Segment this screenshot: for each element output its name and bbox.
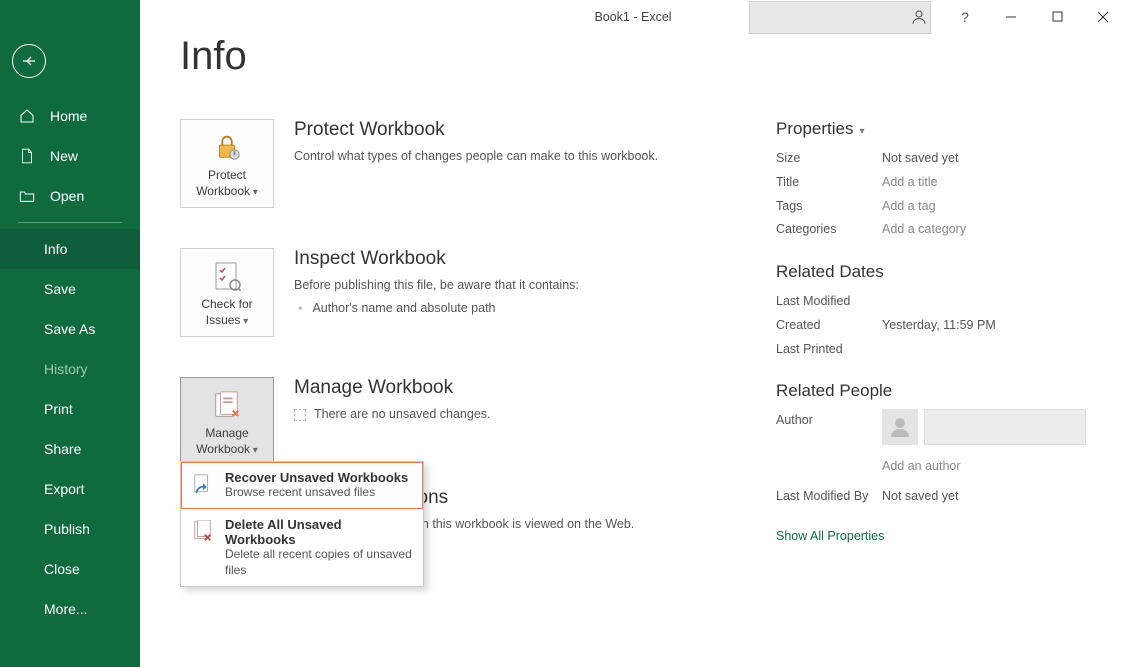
protect-line1: Protect [208, 168, 246, 182]
nav-save[interactable]: Save [0, 269, 140, 309]
delete-unsaved-item[interactable]: Delete All Unsaved Workbooks Delete all … [181, 509, 423, 586]
title-label: Title [776, 171, 882, 195]
last-modified-label: Last Modified [776, 290, 882, 314]
nav-new[interactable]: New [0, 136, 140, 176]
nav-new-label: New [50, 148, 78, 164]
manage-dropdown: Recover Unsaved Workbooks Browse recent … [180, 461, 424, 587]
nav-save-as[interactable]: Save As [0, 309, 140, 349]
nav-home-label: Home [50, 108, 87, 124]
author-avatar [882, 409, 918, 445]
inspect-line2: Issues [206, 313, 241, 327]
nav-print-label: Print [44, 401, 73, 417]
protect-heading: Protect Workbook [294, 119, 658, 141]
inspect-line1: Check for [201, 297, 252, 311]
info-left-column: Protect Workbook Protect Workbook Contro… [180, 119, 756, 573]
home-icon [18, 108, 36, 124]
section-inspect: Check for Issues Inspect Workbook Before… [180, 248, 756, 337]
nav-divider [18, 222, 122, 223]
manage-line1: Manage [205, 426, 248, 440]
nav-save-label: Save [44, 281, 76, 297]
checklist-icon [185, 259, 269, 293]
properties-heading[interactable]: Properties [776, 119, 1086, 139]
related-people-heading: Related People [776, 381, 1086, 401]
manage-icon [185, 388, 269, 422]
nav-close[interactable]: Close [0, 549, 140, 589]
size-label: Size [776, 147, 882, 171]
related-people-block: Related People Author Add an author [776, 381, 1086, 509]
protect-desc: Control what types of changes people can… [294, 147, 658, 166]
browser-desc-tail: hen this workbook is viewed on the Web. [408, 517, 634, 531]
tags-value[interactable]: Add a tag [882, 195, 936, 219]
nav-publish[interactable]: Publish [0, 509, 140, 549]
properties-heading-label: Properties [776, 119, 853, 139]
open-icon [18, 189, 36, 203]
last-printed-label: Last Printed [776, 338, 882, 362]
recover-sub: Browse recent unsaved files [225, 485, 408, 501]
categories-label: Categories [776, 218, 882, 242]
nav-more[interactable]: More... [0, 589, 140, 629]
section-manage: Manage Workbook Manage Workbook There ar… [180, 377, 756, 466]
info-right-column: Properties Size Not saved yet Title Add … [776, 119, 1086, 573]
section-protect: Protect Workbook Protect Workbook Contro… [180, 119, 756, 208]
nav-history-label: History [44, 361, 88, 377]
main-area: Info Protect Workbook Protect Workbook C… [140, 0, 1126, 667]
manage-workbook-button[interactable]: Manage Workbook [180, 377, 274, 466]
nav-export[interactable]: Export [0, 469, 140, 509]
protect-workbook-button[interactable]: Protect Workbook [180, 119, 274, 208]
nav-home[interactable]: Home [0, 96, 140, 136]
nav-history: History [0, 349, 140, 389]
author-label: Author [776, 409, 882, 433]
nav-share[interactable]: Share [0, 429, 140, 469]
backstage-sidebar: Home New Open Info Save Save As History … [0, 0, 140, 667]
section-browser-options: tions hen this workbook is viewed on the… [424, 487, 756, 534]
nav-export-label: Export [44, 481, 84, 497]
nav-open[interactable]: Open [0, 176, 140, 216]
inspect-desc: Before publishing this file, be aware th… [294, 276, 579, 295]
delete-title: Delete All Unsaved Workbooks [225, 517, 413, 547]
back-button[interactable] [12, 44, 46, 78]
nav-info[interactable]: Info [0, 229, 140, 269]
manage-line2: Workbook [196, 442, 250, 456]
created-value: Yesterday, 11:59 PM [882, 314, 996, 338]
categories-value[interactable]: Add a category [882, 218, 966, 242]
title-value[interactable]: Add a title [882, 171, 938, 195]
size-value: Not saved yet [882, 147, 958, 171]
nav-save-as-label: Save As [44, 321, 95, 337]
nav-info-label: Info [44, 241, 67, 257]
related-dates-block: Related Dates Last Modified Created Yest… [776, 262, 1086, 361]
nav-print[interactable]: Print [0, 389, 140, 429]
add-author[interactable]: Add an author [882, 455, 1086, 479]
last-modified-by-label: Last Modified By [776, 485, 882, 509]
last-modified-by-value: Not saved yet [882, 485, 958, 509]
nav-share-label: Share [44, 441, 81, 457]
created-label: Created [776, 314, 882, 338]
related-dates-heading: Related Dates [776, 262, 1086, 282]
page-title: Info [180, 34, 1086, 79]
nav-close-label: Close [44, 561, 80, 577]
inspect-heading: Inspect Workbook [294, 248, 579, 270]
nav-more-label: More... [44, 601, 88, 617]
delete-icon [191, 519, 215, 543]
nav-publish-label: Publish [44, 521, 90, 537]
recover-unsaved-item[interactable]: Recover Unsaved Workbooks Browse recent … [181, 462, 423, 509]
check-for-issues-button[interactable]: Check for Issues [180, 248, 274, 337]
chevron-down-icon [859, 119, 864, 139]
protect-line2: Workbook [196, 184, 250, 198]
recover-icon [191, 472, 215, 496]
document-icon [294, 409, 306, 421]
lock-icon [185, 130, 269, 164]
show-all-properties-link[interactable]: Show All Properties [776, 529, 1086, 543]
manage-desc: There are no unsaved changes. [314, 407, 491, 421]
properties-block: Properties Size Not saved yet Title Add … [776, 119, 1086, 242]
delete-sub: Delete all recent copies of unsaved file… [225, 547, 413, 578]
author-input[interactable] [924, 409, 1086, 445]
manage-heading: Manage Workbook [294, 377, 491, 399]
recover-title: Recover Unsaved Workbooks [225, 470, 408, 485]
nav-open-label: Open [50, 188, 84, 204]
tags-label: Tags [776, 195, 882, 219]
new-icon [18, 148, 36, 164]
inspect-item-1: Author's name and absolute path [294, 299, 579, 318]
